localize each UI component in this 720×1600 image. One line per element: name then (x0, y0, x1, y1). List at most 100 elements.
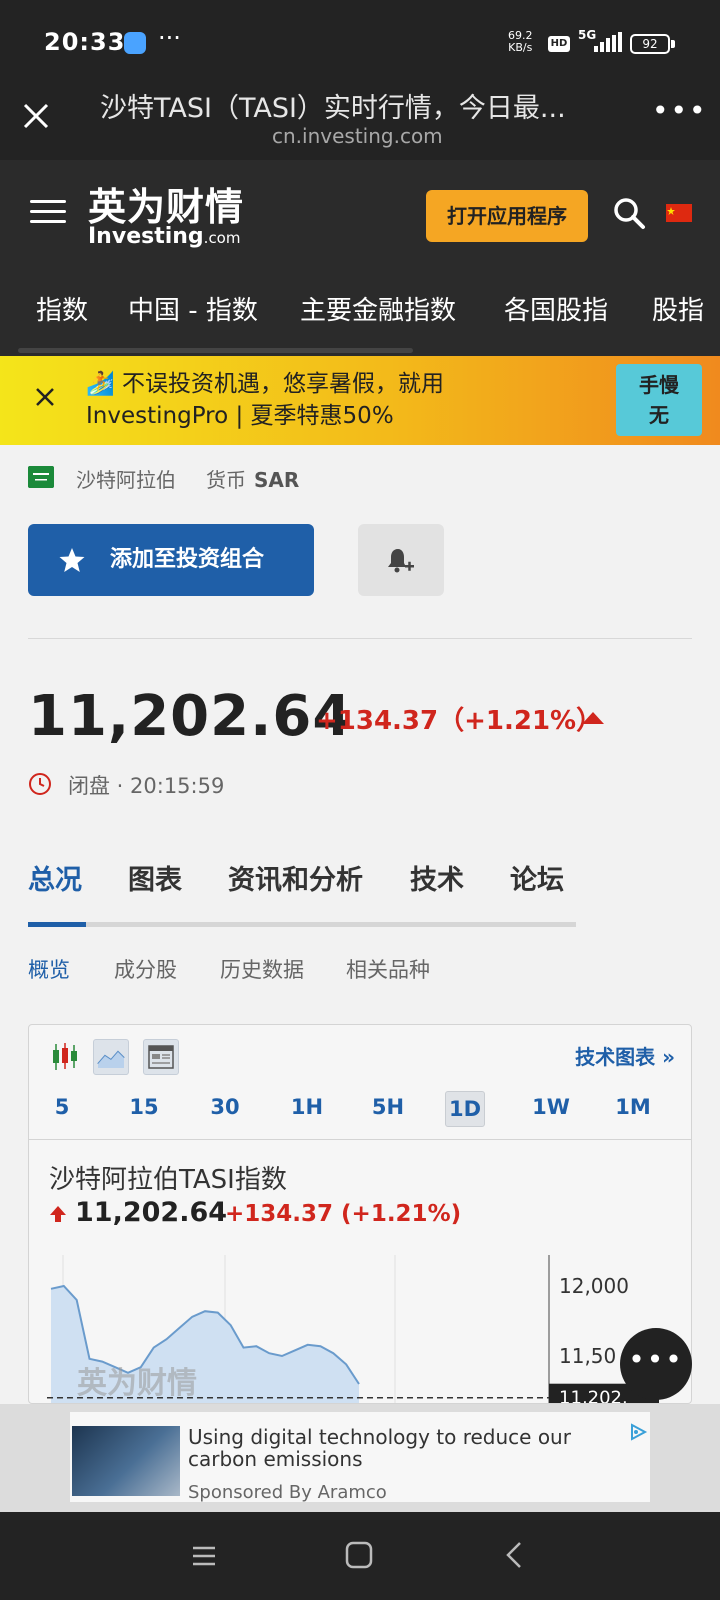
saudi-flag-icon (28, 466, 54, 488)
promo-button-line-2: 无 (649, 403, 669, 427)
country-label: 沙特阿拉伯 (76, 468, 176, 492)
promo-button[interactable]: 手慢 无 (616, 364, 702, 436)
home-icon[interactable] (344, 1540, 374, 1570)
promo-text: 🏄 不误投资机遇，悠享暑假，就用 InvestingPro | 夏季特惠50% (86, 368, 444, 432)
period-1d[interactable]: 1D (445, 1091, 485, 1127)
weather-icon (124, 32, 146, 54)
close-icon[interactable] (34, 386, 56, 408)
price-chart[interactable]: 英为财情 12,000 11,50 11,202. (29, 1255, 692, 1404)
nav-item-stock-indices[interactable]: 股指 (652, 290, 720, 327)
chart-watermark: 英为财情 (77, 1366, 197, 1401)
promo-line-1: 🏄 不误投资机遇，悠享暑假，就用 (86, 371, 444, 397)
status-time: 20:33 (44, 28, 126, 56)
tabs-track (28, 922, 576, 927)
logo-chinese[interactable]: 英为财情 (88, 176, 244, 231)
ad-content[interactable]: Using digital technology to reduce our c… (70, 1412, 650, 1503)
bell-plus-icon (388, 549, 414, 573)
y-tick-label: 11,50 (559, 1344, 616, 1368)
clock-icon (29, 773, 51, 795)
browser-menu-button[interactable]: ••• (652, 94, 708, 127)
promo-line-2: InvestingPro | 夏季特惠50% (86, 403, 394, 429)
status-bar: 20:33 ··· 69.2 KB/s HD 5G 92 (0, 0, 720, 74)
table-icon (148, 1045, 174, 1069)
subtab-related[interactable]: 相关品种 (346, 954, 430, 984)
last-price: 11,202.64 (28, 684, 353, 749)
more-actions-button[interactable]: ••• (620, 1328, 692, 1400)
nav-item-indices[interactable]: 指数 (36, 290, 88, 327)
chart-price: 11,202.64 (75, 1197, 228, 1228)
page-title: 沙特TASI（TASI）实时行情，今日最... (100, 93, 566, 124)
china-flag-icon[interactable] (666, 204, 692, 222)
chart-title: 沙特阿拉伯TASI指数 (49, 1165, 287, 1195)
tab-forum[interactable]: 论坛 (510, 858, 564, 897)
recent-apps-icon[interactable] (190, 1542, 218, 1570)
last-price-label: 11,202. (559, 1388, 628, 1404)
divider (28, 638, 692, 639)
adchoices-icon[interactable] (628, 1422, 648, 1442)
nav-item-china-indices[interactable]: 中国 - 指数 (128, 290, 258, 327)
ad-image[interactable] (72, 1426, 180, 1496)
category-nav: 指数 中国 - 指数 主要金融指数 各国股指 股指 (0, 270, 720, 356)
technical-chart-link[interactable]: 技术图表 » (575, 1041, 675, 1070)
currency-value: SAR (254, 468, 300, 492)
open-app-button[interactable]: 打开应用程序 (426, 190, 588, 242)
area-chart-button[interactable] (93, 1039, 129, 1075)
star-icon (59, 548, 85, 572)
promo-button-line-1: 手慢 (639, 373, 679, 397)
tab-technical[interactable]: 技术 (410, 858, 464, 897)
period-1m[interactable]: 1M (608, 1095, 658, 1119)
logo-english-text: Investing (88, 224, 204, 249)
nav-item-country-indices[interactable]: 各国股指 (504, 290, 608, 327)
currency-label-text: 货币 (206, 468, 246, 492)
period-15m[interactable]: 15 (119, 1095, 169, 1119)
back-icon[interactable] (500, 1540, 528, 1570)
nav-item-major-indices[interactable]: 主要金融指数 (300, 290, 456, 327)
status-more: ··· (158, 24, 181, 52)
ad-banner[interactable]: Using digital technology to reduce our c… (0, 1404, 720, 1512)
search-icon[interactable] (612, 196, 646, 230)
nav-scroll-indicator (18, 348, 413, 353)
period-5h[interactable]: 5H (363, 1095, 413, 1119)
subtab-summary[interactable]: 概览 (28, 954, 70, 984)
logo-english-suffix: .com (203, 229, 241, 247)
hd-icon: HD (548, 36, 570, 52)
up-arrow-icon (50, 1206, 66, 1222)
period-30m[interactable]: 30 (200, 1095, 250, 1119)
tab-news-analysis[interactable]: 资讯和分析 (228, 858, 363, 897)
battery-icon: 92 (630, 34, 670, 54)
system-nav-bar (0, 1512, 720, 1600)
price-change: +134.37（+1.21%） (316, 706, 603, 736)
up-arrow-icon (582, 712, 604, 724)
chart-card: 技术图表 » 5 15 30 1H 5H 1D 1W 1M 沙特阿拉伯TASI指… (28, 1024, 692, 1404)
subtab-components[interactable]: 成分股 (114, 954, 177, 984)
ad-title[interactable]: Using digital technology to reduce our c… (188, 1426, 608, 1470)
subtab-historical-data[interactable]: 历史数据 (220, 954, 304, 984)
site-header: 英为财情 Investing.com 打开应用程序 (0, 160, 720, 270)
menu-icon[interactable] (30, 200, 66, 226)
browser-bar: 沙特TASI（TASI）实时行情，今日最... cn.investing.com… (0, 74, 720, 160)
y-tick-label: 12,000 (559, 1274, 629, 1298)
chart-change: +134.37 (+1.21%) (225, 1201, 462, 1227)
signal-icon (594, 32, 622, 52)
add-to-portfolio-label: 添加至投资组合 (110, 547, 265, 572)
card-divider (29, 1139, 691, 1140)
ad-sponsor: Sponsored By Aramco (188, 1482, 387, 1503)
candlestick-icon[interactable] (47, 1039, 83, 1075)
market-status: 闭盘 · 20:15:59 (68, 774, 225, 798)
period-5m[interactable]: 5 (37, 1095, 87, 1119)
area-chart-icon (97, 1050, 125, 1068)
tab-chart[interactable]: 图表 (128, 858, 182, 897)
period-1h[interactable]: 1H (282, 1095, 332, 1119)
close-icon[interactable] (18, 98, 54, 134)
network-speed: 69.2 KB/s (508, 30, 533, 54)
page-url: cn.investing.com (272, 124, 443, 148)
currency-label: 货币 SAR (206, 464, 299, 493)
speed-unit: KB/s (508, 41, 533, 54)
table-view-button[interactable] (143, 1039, 179, 1075)
promo-banner[interactable]: 🏄 不误投资机遇，悠享暑假，就用 InvestingPro | 夏季特惠50% … (0, 356, 720, 445)
tab-overview[interactable]: 总况 (28, 858, 82, 897)
add-to-portfolio-button[interactable]: 添加至投资组合 (28, 524, 314, 596)
period-1w[interactable]: 1W (526, 1095, 576, 1119)
logo-english[interactable]: Investing.com (88, 224, 240, 249)
create-alert-button[interactable] (358, 524, 444, 596)
